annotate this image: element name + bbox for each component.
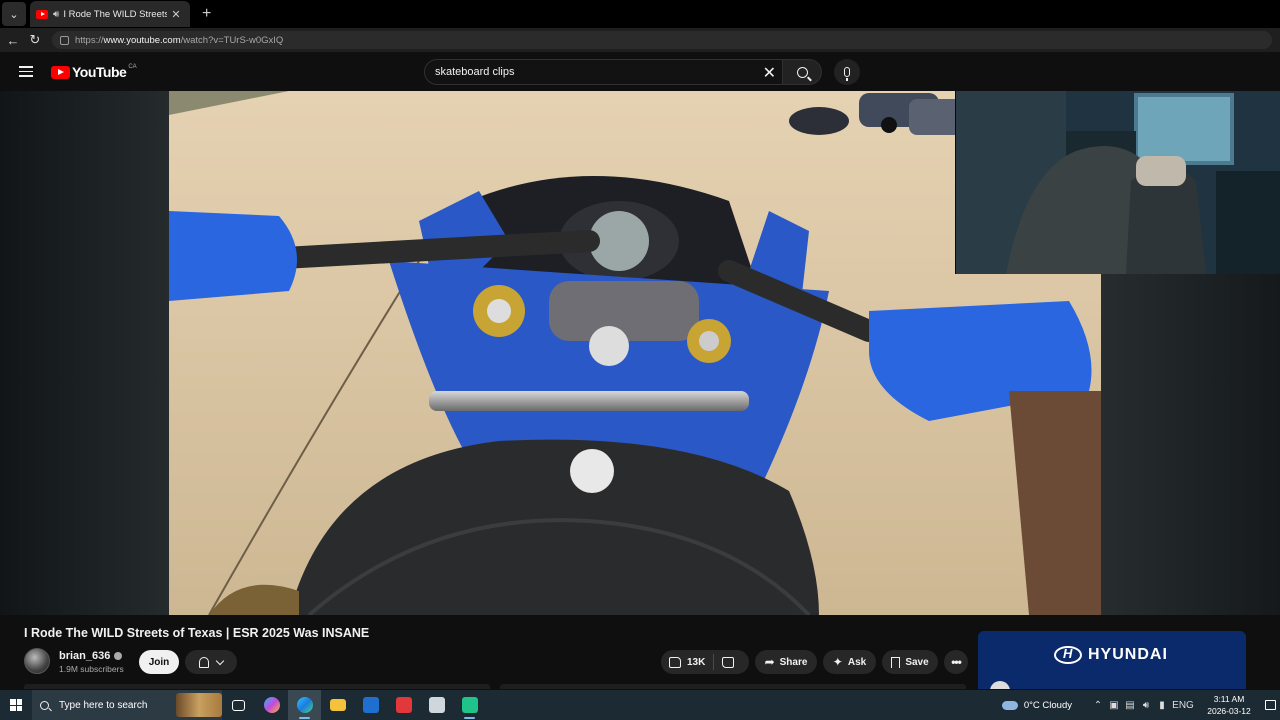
share-button[interactable]: ➦ Share [755,650,817,674]
browser-tab-youtube[interactable]: 🔊︎ I Rode The WILD Streets of Te ✕ [30,1,190,27]
search-box: ✕ [424,59,783,85]
start-button[interactable] [0,690,32,720]
language-indicator[interactable]: ENG [1170,700,1196,711]
network-icon[interactable]: ▤ [1122,700,1138,711]
app-window-icon[interactable] [420,690,453,720]
clock[interactable]: 3:11 AM 2026-03-12 [1204,693,1254,717]
player-blur-left [0,91,169,615]
bookmark-icon [891,656,901,668]
share-arrow-icon: ➦ [764,655,775,669]
outlook-mail-icon[interactable] [354,690,387,720]
country-code: CA [128,64,137,70]
tab-actions-chevron-icon[interactable]: ⌄ [2,2,26,26]
like-button[interactable]: 13K [661,650,713,674]
tab-title: I Rode The WILD Streets of Te [63,8,168,20]
close-tab-icon[interactable]: ✕ [171,8,180,21]
channel-avatar[interactable] [24,648,50,674]
menu-hamburger-icon[interactable] [19,66,33,77]
dislike-button[interactable] [714,650,742,674]
taskbar-search-placeholder: Type here to search [59,699,148,711]
save-label: Save [905,656,929,668]
taskbar-search[interactable]: Type here to search [32,690,222,720]
search-icon [796,66,808,78]
new-tab-plus-icon[interactable]: + [202,5,211,23]
like-count: 13K [687,656,706,668]
ad-brand: HYUNDAI [1054,646,1168,664]
like-dislike-group: 13K [661,650,749,674]
edge-browser-icon[interactable] [288,690,321,720]
subscriber-count: 1.9M subscribers [59,664,124,674]
more-actions-button[interactable]: ••• [944,650,968,674]
youtube-play-logo-icon [51,65,70,79]
system-tray: 0°C Cloudy ⌃ ▣ ▤ 🔊︎ ▮ ENG 3:11 AM 2026-0… [1001,690,1280,720]
task-view-icon[interactable] [222,690,255,720]
search-icon [40,700,49,710]
sparkle-icon: ✦ [832,655,843,669]
weather-text: 0°C Cloudy [1023,699,1072,711]
site-info-icon[interactable] [60,35,69,45]
tray-overflow-chevron-icon[interactable]: ⌃ [1090,700,1106,711]
search-highlight-image [176,693,222,717]
thumbs-down-icon [722,656,735,668]
webcam-overlay [955,91,1280,274]
reload-icon[interactable]: ↻ [24,32,46,48]
ask-label: Ask [847,656,867,668]
youtube-wordmark: YouTube [72,64,127,80]
video-title: I Rode The WILD Streets of Texas | ESR 2… [24,626,370,640]
search-input[interactable] [435,66,755,78]
clear-search-icon[interactable]: ✕ [763,63,776,83]
chevron-down-icon [215,656,225,665]
file-explorer-icon[interactable] [321,690,354,720]
url-host: www.youtube.com [103,34,181,46]
windows-logo-icon [10,699,22,711]
browser-address-row: ← ↻ https://www.youtube.com/watch?v=TUrS… [0,28,1280,52]
channel-name-text: brian_636 [59,650,111,662]
ad-brand-text: HYUNDAI [1088,646,1168,663]
hyundai-logo-icon [1054,646,1082,664]
volume-icon[interactable]: 🔊︎ [1138,700,1154,711]
weather-widget[interactable]: 0°C Cloudy [1001,699,1072,711]
clock-date: 2026-03-12 [1207,706,1251,716]
browser-tabstrip: ⌄ 🔊︎ I Rode The WILD Streets of Te ✕ + [0,0,1280,28]
microphone-tray-icon[interactable]: ▮ [1154,700,1170,711]
voice-search-button[interactable] [834,59,860,85]
youtube-header: YouTube CA ✕ [0,52,1280,91]
join-button[interactable]: Join [139,650,179,674]
url-prefix: https:// [75,34,104,46]
thumbs-up-icon [669,656,681,668]
subscription-notifications-button[interactable] [185,650,237,674]
url-path: /watch?v=TUrS-w0GxIQ [180,34,284,46]
windows-taskbar: Type here to search 0°C Cloudy ⌃ ▣ ▤ 🔊︎ … [0,690,1280,720]
tray-app-icon[interactable]: ▣ [1106,700,1122,711]
save-button[interactable]: Save [882,650,938,674]
notification-center-icon[interactable] [1260,690,1280,720]
gift-app-icon[interactable] [387,690,420,720]
channel-name[interactable]: brian_636 [59,650,123,662]
search-button[interactable] [783,59,822,85]
url-field[interactable]: https://www.youtube.com/watch?v=TUrS-w0G… [52,31,1272,49]
advertiser-avatar [990,681,1010,689]
bell-icon [199,656,209,668]
share-label: Share [779,656,808,668]
microphone-icon [844,67,850,81]
youtube-logo[interactable]: YouTube CA [51,64,137,80]
copilot-icon[interactable] [255,690,288,720]
sponsored-ad-panel[interactable]: HYUNDAI [978,631,1246,689]
green-app-icon[interactable] [453,690,486,720]
clock-time: 3:11 AM [1213,694,1245,704]
speaker-icon[interactable]: 🔊︎ [53,9,59,20]
youtube-favicon-icon [36,9,48,19]
video-player[interactable] [0,91,1280,615]
cloud-icon [1001,700,1018,710]
back-arrow-icon[interactable]: ← [2,33,24,48]
suggestion-card-edge [24,684,490,689]
suggestion-card-edge-2 [500,684,966,689]
ask-button[interactable]: ✦ Ask [823,650,876,674]
verified-badge-icon [114,652,123,660]
